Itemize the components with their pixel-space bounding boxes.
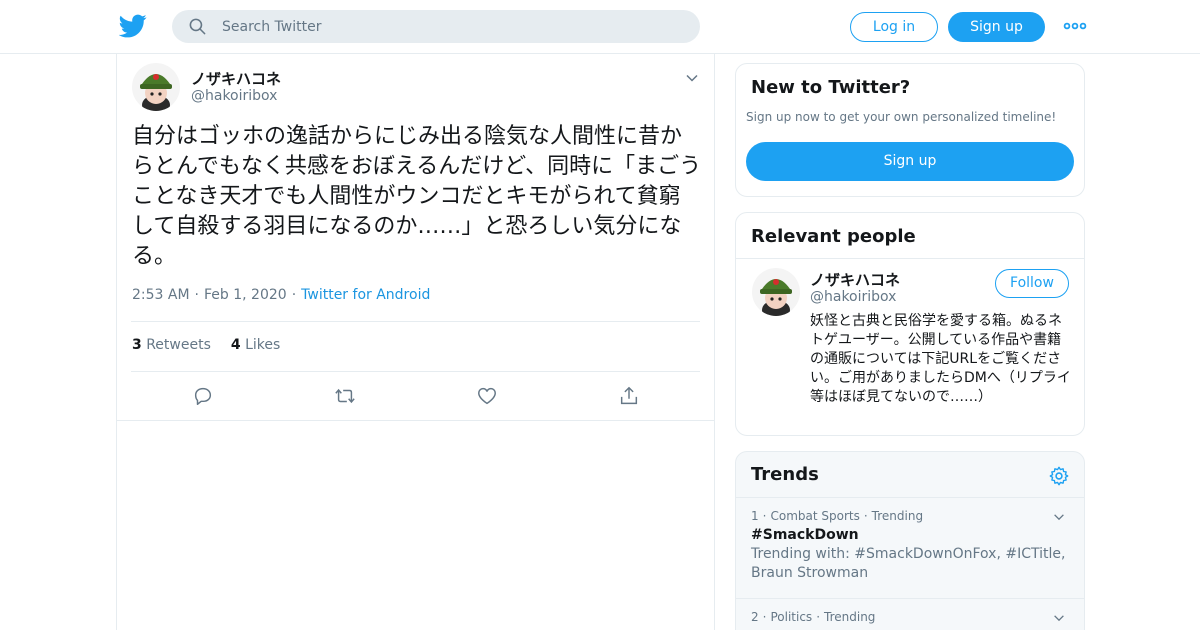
retweets-label: Retweets (146, 337, 211, 353)
trend-status: Trending (871, 509, 924, 523)
avatar-image (132, 63, 180, 111)
relevant-people-card: Relevant people ノザキハコネ @hakoiribox Follo… (735, 212, 1085, 436)
card-subtitle: Sign up now to get your own personalized… (746, 110, 1057, 124)
search-input[interactable] (222, 10, 682, 43)
person-handle[interactable]: @hakoiribox (810, 289, 896, 305)
divider (736, 497, 1084, 498)
search-icon (189, 18, 206, 35)
share-icon[interactable] (618, 385, 640, 407)
card-title: Relevant people (751, 226, 916, 247)
likes-stat[interactable]: 4 Likes (231, 337, 280, 353)
trend-name: #SmackDown (751, 527, 859, 543)
separator-dot: · (291, 287, 297, 303)
like-icon[interactable] (476, 385, 498, 407)
top-bar: Log in Sign up (0, 0, 1200, 54)
retweets-stat[interactable]: 3 Retweets (132, 337, 211, 353)
separator-dot: · (762, 509, 767, 523)
divider (736, 598, 1084, 599)
trend-description: Trending with: #SmackDownOnFox, #ICTitle… (751, 546, 1066, 581)
trend-item[interactable]: 1 · Combat Sports · Trending #SmackDown Tren… (751, 509, 1071, 583)
tweet-meta: 2:53 AM · Feb 1, 2020 · Twitter for Android (132, 287, 430, 303)
tweet-time[interactable]: 2:53 AM (132, 287, 190, 303)
likes-count: 4 (230, 337, 241, 353)
follow-button[interactable]: Follow (995, 269, 1069, 298)
trends-card: Trends 1 · Combat Sports · Trending #SmackDo… (735, 451, 1085, 630)
separator-dot: · (816, 610, 821, 624)
person-bio: 妖怪と古典と民俗学を愛する箱。ぬるネトゲユーザー。公開している作品や書籍の通販に… (810, 313, 1071, 405)
trend-meta: 2 · Politics · Trending (751, 610, 1071, 624)
tweet: ノザキハコネ @hakoiribox 自分はゴッホの逸話からにじみ出る陰気な人間… (117, 54, 714, 421)
trend-status: Trending (824, 610, 876, 624)
trend-rank: 2 (751, 610, 759, 624)
separator-dot: · (762, 610, 767, 624)
trend-rank: 1 (751, 509, 759, 523)
card-title: New to Twitter? (751, 77, 911, 98)
card-title: Trends (751, 464, 819, 485)
trend-category: Politics (770, 610, 813, 624)
tweet-stats: 3 Retweets 4 Likes (132, 337, 280, 353)
trend-item[interactable]: 2 · Politics · Trending (751, 610, 1071, 624)
avatar[interactable] (752, 268, 800, 316)
more-options-icon[interactable] (1063, 17, 1087, 35)
separator-dot: · (863, 509, 868, 523)
chevron-down-icon[interactable] (1052, 510, 1066, 524)
divider (131, 321, 700, 322)
tweet-date[interactable]: Feb 1, 2020 (204, 287, 287, 303)
author-name[interactable]: ノザキハコネ (191, 68, 281, 89)
tweet-text: 自分はゴッホの逸話からにじみ出る陰気な人間性に昔からとんでもなく共感をおぼえるん… (132, 124, 702, 269)
person-name[interactable]: ノザキハコネ (810, 269, 900, 290)
retweets-count: 3 (132, 337, 142, 353)
author-handle[interactable]: @hakoiribox (191, 88, 277, 104)
divider (736, 258, 1084, 259)
twitter-bird-icon[interactable] (119, 12, 147, 40)
trend-category: Combat Sports (770, 509, 860, 523)
settings-gear-icon[interactable] (1048, 465, 1070, 487)
tweet-source-link[interactable]: Twitter for Android (301, 287, 430, 303)
divider (131, 371, 700, 372)
avatar[interactable] (132, 63, 180, 111)
likes-label: Likes (245, 337, 281, 353)
login-button[interactable]: Log in (850, 12, 938, 42)
separator-dot: · (194, 287, 199, 303)
main-column: ノザキハコネ @hakoiribox 自分はゴッホの逸話からにじみ出る陰気な人間… (116, 54, 715, 630)
chevron-down-icon[interactable] (684, 70, 700, 86)
search-box[interactable] (172, 10, 700, 43)
sidebar-signup-button[interactable]: Sign up (746, 142, 1074, 181)
chevron-down-icon[interactable] (1052, 611, 1066, 625)
signup-button[interactable]: Sign up (948, 12, 1045, 42)
retweet-icon[interactable] (334, 385, 356, 407)
avatar-image (752, 268, 800, 316)
reply-icon[interactable] (192, 385, 214, 407)
trend-meta: 1 · Combat Sports · Trending (751, 509, 1071, 523)
new-to-twitter-card: New to Twitter? Sign up now to get your … (735, 63, 1085, 197)
